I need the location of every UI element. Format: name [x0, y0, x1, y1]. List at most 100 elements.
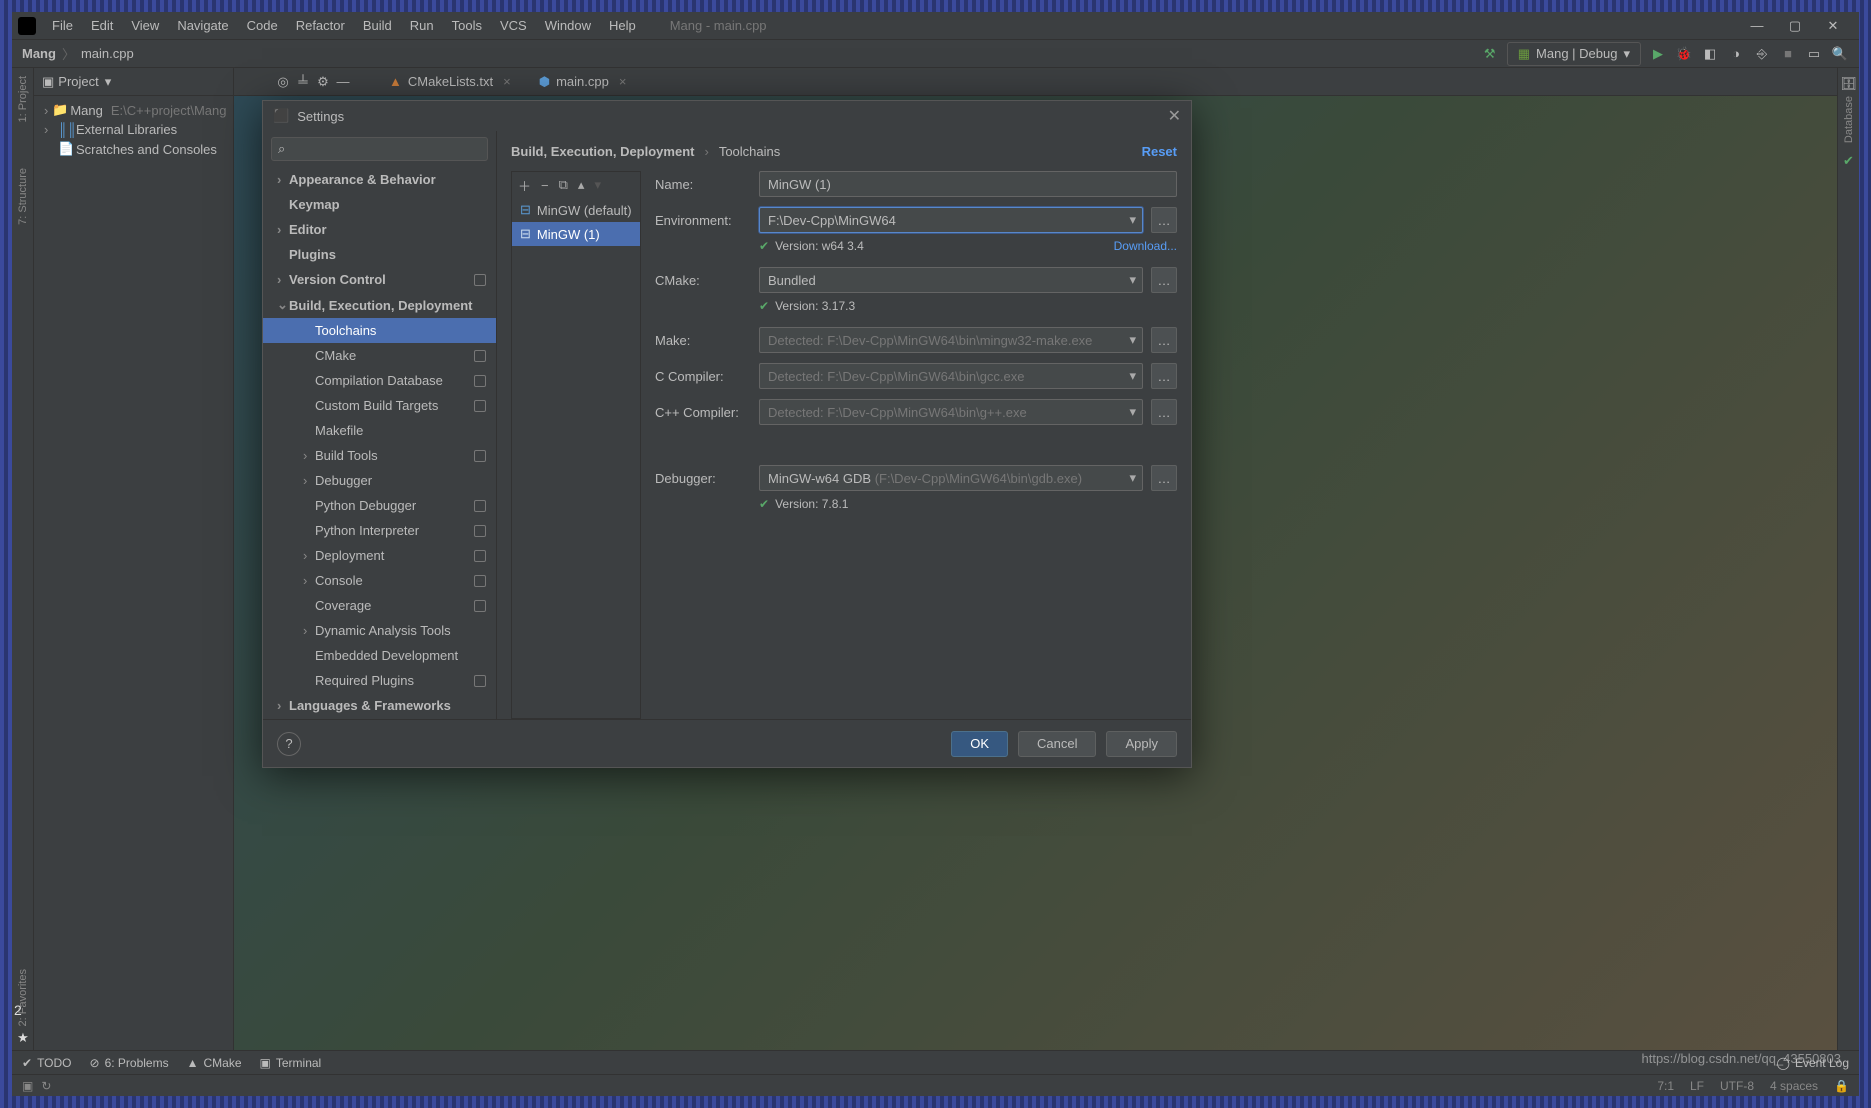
database-icon[interactable]: 🗄: [1840, 76, 1857, 92]
up-icon[interactable]: ▴: [578, 177, 585, 193]
attach-icon[interactable]: ⎆: [1753, 45, 1771, 63]
browse-button[interactable]: …: [1151, 207, 1177, 233]
menu-refactor[interactable]: Refactor: [288, 15, 353, 36]
browse-button[interactable]: …: [1151, 465, 1177, 491]
settings-tree-item[interactable]: ›Version Control: [263, 267, 496, 292]
cmake-field[interactable]: Bundled▾: [759, 267, 1143, 293]
run-config-select[interactable]: ▦ Mang | Debug ▾: [1507, 42, 1641, 66]
settings-tree-item[interactable]: Plugins: [263, 242, 496, 267]
settings-tree-item[interactable]: ›Editor: [263, 217, 496, 242]
tab-main-cpp[interactable]: ⬢main.cpp×: [526, 69, 640, 95]
settings-tree-item[interactable]: ›Appearance & Behavior: [263, 167, 496, 192]
collapse-icon[interactable]: ╧: [294, 73, 312, 91]
chevron-down-icon[interactable]: ▾: [1129, 212, 1136, 228]
problems-tab[interactable]: ⊘ 6: Problems: [90, 1056, 169, 1070]
chevron-down-icon[interactable]: ▾: [1129, 404, 1136, 420]
chevron-down-icon[interactable]: ▾: [105, 74, 112, 90]
settings-tree-item[interactable]: ›Deployment: [263, 543, 496, 568]
run-icon[interactable]: ▶: [1649, 45, 1667, 63]
make-field[interactable]: Detected: F:\Dev-Cpp\MinGW64\bin\mingw32…: [759, 327, 1143, 353]
minimize-icon[interactable]: —: [1743, 16, 1771, 36]
down-icon[interactable]: ▾: [594, 177, 601, 193]
chevron-down-icon[interactable]: ▾: [1129, 368, 1136, 384]
profile-icon[interactable]: ◑: [1727, 45, 1745, 63]
search-input[interactable]: [289, 142, 481, 157]
menu-file[interactable]: File: [44, 15, 81, 36]
settings-tree-item[interactable]: Python Debugger: [263, 493, 496, 518]
close-icon[interactable]: ✕: [1819, 16, 1847, 36]
reload-icon[interactable]: ↻: [41, 1079, 51, 1093]
project-root[interactable]: ›📁 Mang E:\C++project\Mang: [34, 100, 233, 120]
chevron-down-icon[interactable]: ▾: [1129, 272, 1136, 288]
settings-tree-item[interactable]: ›Console: [263, 568, 496, 593]
hide-icon[interactable]: —: [334, 73, 352, 91]
tool-windows-icon[interactable]: ▣: [22, 1079, 33, 1093]
ok-button[interactable]: OK: [951, 731, 1008, 757]
todo-tab[interactable]: ✔ TODO: [22, 1056, 72, 1070]
settings-tree-item[interactable]: ›Build Tools: [263, 443, 496, 468]
settings-tree-item[interactable]: Keymap: [263, 192, 496, 217]
close-icon[interactable]: ×: [503, 74, 511, 89]
encoding[interactable]: UTF-8: [1720, 1079, 1754, 1093]
layout-icon[interactable]: ▭: [1805, 45, 1823, 63]
settings-tree-item[interactable]: Toolchains: [263, 318, 496, 343]
breadcrumb-project[interactable]: Mang: [22, 46, 56, 61]
breadcrumb-file[interactable]: main.cpp: [81, 46, 134, 61]
indent[interactable]: 4 spaces: [1770, 1079, 1818, 1093]
settings-tree-item[interactable]: Custom Build Targets: [263, 393, 496, 418]
caret-pos[interactable]: 7:1: [1657, 1079, 1674, 1093]
dbg-field[interactable]: MinGW-w64 GDB (F:\Dev-Cpp\MinGW64\bin\gd…: [759, 465, 1143, 491]
menu-edit[interactable]: Edit: [83, 15, 121, 36]
close-icon[interactable]: ×: [619, 74, 627, 89]
add-icon[interactable]: ＋: [518, 176, 531, 195]
external-libs[interactable]: ›║║ External Libraries: [34, 120, 233, 139]
menu-build[interactable]: Build: [355, 15, 400, 36]
menu-view[interactable]: View: [123, 15, 167, 36]
debug-icon[interactable]: 🐞: [1675, 45, 1693, 63]
close-icon[interactable]: ✕: [1168, 106, 1181, 126]
apply-button[interactable]: Apply: [1106, 731, 1177, 757]
settings-tree-item[interactable]: ›Debugger: [263, 468, 496, 493]
menu-run[interactable]: Run: [402, 15, 442, 36]
name-field[interactable]: MinGW (1): [759, 171, 1177, 197]
cxx-field[interactable]: Detected: F:\Dev-Cpp\MinGW64\bin\g++.exe…: [759, 399, 1143, 425]
menu-navigate[interactable]: Navigate: [169, 15, 236, 36]
browse-button[interactable]: …: [1151, 267, 1177, 293]
maximize-icon[interactable]: ▢: [1781, 16, 1809, 36]
menu-vcs[interactable]: VCS: [492, 15, 535, 36]
settings-tree-item[interactable]: Makefile: [263, 418, 496, 443]
gear-icon[interactable]: ⚙: [314, 73, 332, 91]
remove-icon[interactable]: −: [541, 178, 549, 193]
cc-field[interactable]: Detected: F:\Dev-Cpp\MinGW64\bin\gcc.exe…: [759, 363, 1143, 389]
target-icon[interactable]: ◎: [274, 73, 292, 91]
settings-tree-item[interactable]: ›Dynamic Analysis Tools: [263, 618, 496, 643]
settings-tree-item[interactable]: Coverage: [263, 593, 496, 618]
menu-help[interactable]: Help: [601, 15, 644, 36]
help-button[interactable]: ?: [277, 732, 301, 756]
browse-button[interactable]: …: [1151, 399, 1177, 425]
stop-icon[interactable]: ■: [1779, 45, 1797, 63]
settings-search[interactable]: ⌕: [271, 137, 488, 161]
reset-link[interactable]: Reset: [1142, 144, 1177, 159]
settings-tree-item[interactable]: ›Languages & Frameworks: [263, 693, 496, 718]
breadcrumb-parent[interactable]: Build, Execution, Deployment: [511, 144, 694, 159]
settings-tree-item[interactable]: Compilation Database: [263, 368, 496, 393]
chevron-down-icon[interactable]: ▾: [1129, 332, 1136, 348]
settings-tree-item[interactable]: Python Interpreter: [263, 518, 496, 543]
readonly-icon[interactable]: 🔒: [1834, 1079, 1849, 1093]
env-field[interactable]: F:\Dev-Cpp\MinGW64▾: [759, 207, 1143, 233]
terminal-tab[interactable]: ▣ Terminal: [260, 1056, 322, 1070]
menu-tools[interactable]: Tools: [444, 15, 490, 36]
settings-tree-item[interactable]: ⌄Build, Execution, Deployment: [263, 292, 496, 318]
tool-database-tab[interactable]: Database: [1843, 96, 1855, 143]
tool-project-tab[interactable]: 1: Project: [17, 76, 29, 122]
browse-button[interactable]: …: [1151, 327, 1177, 353]
search-icon[interactable]: 🔍: [1831, 45, 1849, 63]
line-sep[interactable]: LF: [1690, 1079, 1704, 1093]
cancel-button[interactable]: Cancel: [1018, 731, 1096, 757]
cmake-tab[interactable]: ▲ CMake: [187, 1056, 242, 1070]
settings-tree-item[interactable]: CMake: [263, 343, 496, 368]
build-icon[interactable]: ⚒: [1481, 45, 1499, 63]
toolchain-item[interactable]: ⊟MinGW (default): [512, 198, 640, 222]
download-link[interactable]: Download...: [1114, 239, 1177, 253]
